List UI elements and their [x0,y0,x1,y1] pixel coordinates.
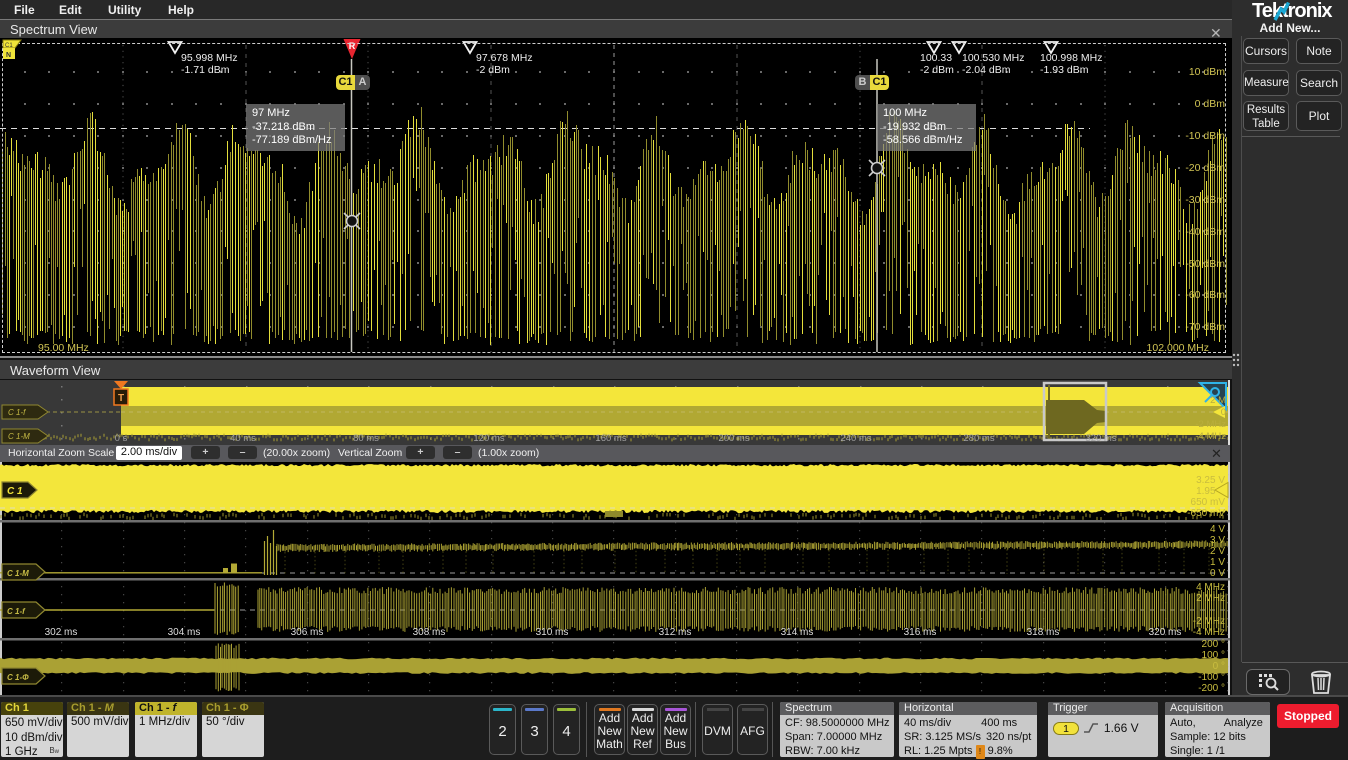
svg-text:280 ms: 280 ms [963,433,994,444]
svg-text:302 ms: 302 ms [45,627,78,638]
svg-text:0 °: 0 ° [1213,661,1225,672]
svg-text:3.25 V: 3.25 V [1196,475,1225,486]
svg-text:120 ms: 120 ms [473,433,504,444]
svg-text:310 ms: 310 ms [536,627,569,638]
svg-text:0 V: 0 V [1210,568,1225,579]
svg-text:0 s: 0 s [115,433,128,444]
svg-text:C 1: C 1 [7,486,23,497]
svg-text:320 ms: 320 ms [1149,627,1182,638]
svg-text:-2 MHz: -2 MHz [1195,419,1226,430]
svg-text:2 MHz: 2 MHz [1196,593,1225,604]
svg-text:100 °: 100 ° [1202,650,1225,661]
svg-text:C 1-Φ: C 1-Φ [7,673,29,682]
svg-text:-650 mV: -650 mV [1187,508,1225,519]
svg-text:C 1-f: C 1-f [8,408,26,417]
svg-text:308 ms: 308 ms [413,627,446,638]
svg-text:306 ms: 306 ms [291,627,324,638]
svg-text:240 ms: 240 ms [840,433,871,444]
svg-text:-100 °: -100 ° [1198,672,1225,683]
svg-text:3 V: 3 V [1210,535,1225,546]
svg-text:-4 MHz: -4 MHz [1193,627,1225,638]
svg-text:T: T [118,393,124,404]
svg-text:650 mV: 650 mV [1191,497,1226,508]
svg-text:320 ms: 320 ms [1085,433,1116,444]
svg-text:312 ms: 312 ms [659,627,692,638]
svg-text:4 MHz: 4 MHz [1196,582,1225,593]
svg-text:-2 MHz: -2 MHz [1193,616,1225,627]
svg-text:318 ms: 318 ms [1027,627,1060,638]
svg-text:200 ms: 200 ms [718,433,749,444]
svg-text:N: N [6,52,11,59]
svg-text:C1: C1 [5,43,13,49]
svg-text:304 ms: 304 ms [168,627,201,638]
svg-text:200 °: 200 ° [1202,639,1225,650]
svg-text:C 1-M: C 1-M [8,432,30,441]
svg-text:4 V: 4 V [1210,524,1225,535]
svg-text:0: 0 [1221,407,1226,418]
svg-text:-4 MHz: -4 MHz [1195,431,1226,442]
svg-text:C 1-M: C 1-M [7,569,29,578]
svg-text:2 V: 2 V [1210,546,1225,557]
svg-text:2 M: 2 M [1210,395,1226,406]
svg-text:316 ms: 316 ms [904,627,937,638]
svg-text:1 V: 1 V [1210,557,1225,568]
svg-text:80 ms: 80 ms [353,433,379,444]
svg-text:160 ms: 160 ms [595,433,626,444]
svg-text:C 1-f: C 1-f [7,607,26,616]
svg-text:314 ms: 314 ms [781,627,814,638]
svg-text:-200 °: -200 ° [1198,683,1225,694]
svg-text:40 ms: 40 ms [230,433,256,444]
